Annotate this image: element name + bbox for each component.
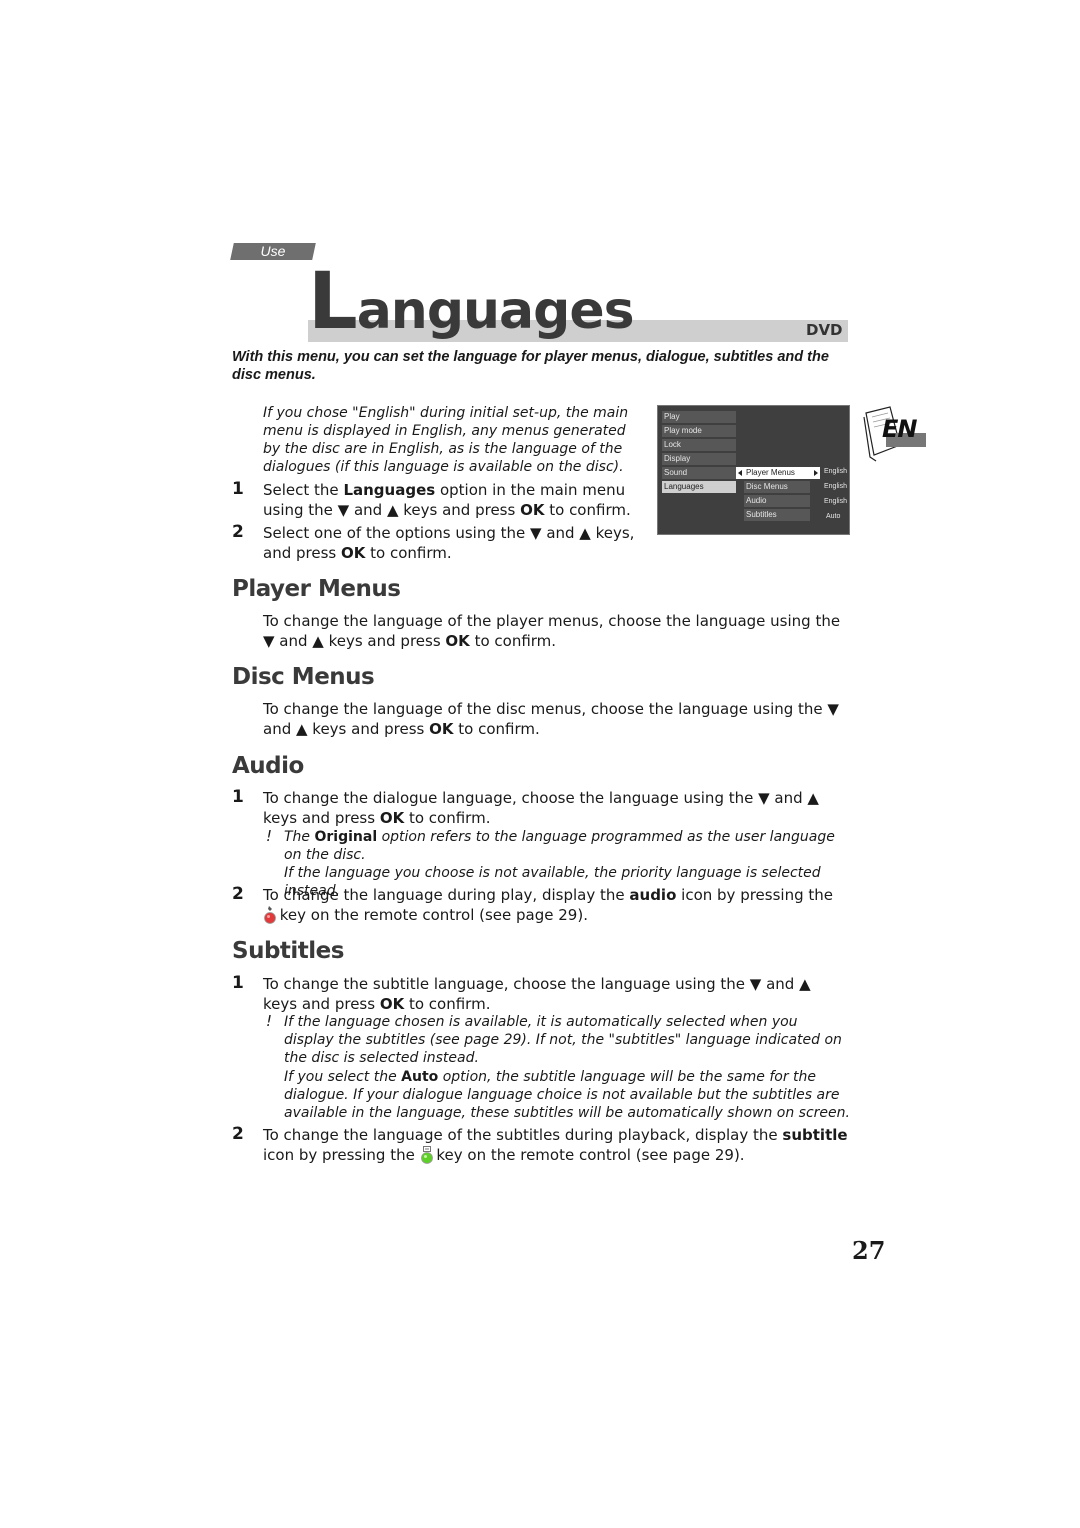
submenu-item-disc-menus: Disc Menus [744,481,810,493]
heading-player-menus: Player Menus [232,576,401,602]
menu-value: English [824,468,847,475]
subtitles-step-2-text: To change the language of the subtitles … [263,1126,848,1164]
setup-note: If you chose "English" during initial se… [263,405,629,475]
step-2-text: Select one of the options using the ▼ an… [263,524,635,562]
disc-menus-text: To change the language of the disc menus… [263,700,839,738]
title-rest: anguages [356,281,635,341]
menu-item-languages: Languages [662,481,736,493]
heading-disc-menus: Disc Menus [232,664,375,690]
submenu-item-audio: Audio [744,495,810,507]
warning-icon: ! [266,1012,273,1030]
dvd-badge: DVD [806,321,843,339]
menu-screenshot: Play Play mode Lock Display Sound Langua… [657,405,850,535]
audio-key-icon [263,906,276,924]
step-number: 2 [232,522,244,542]
menu-item-sound: Sound [662,467,736,479]
step-number: 2 [232,884,244,904]
section-tab-label: Use [260,243,286,259]
menu-value: English [824,498,847,505]
audio-step-2-text: To change the language during play, disp… [263,886,833,924]
menu-item-play: Play [662,411,736,423]
submenu-item-subtitles: Subtitles [744,509,810,521]
menu-item-lock: Lock [662,439,736,451]
player-menus-text: To change the language of the player men… [263,612,841,650]
menu-item-play-mode: Play mode [662,425,736,437]
step-number: 1 [232,973,244,993]
step-number: 2 [232,1124,244,1144]
subtitles-note-auto: If you select the Auto option, the subti… [284,1069,850,1121]
step-number: 1 [232,787,244,807]
subtitles-note-available: If the language chosen is available, it … [284,1014,842,1066]
page-number: 27 [852,1236,886,1265]
subtitles-step-1-text: To change the subtitle language, choose … [263,975,811,1013]
audio-step-1-text: To change the dialogue language, choose … [263,789,819,827]
step-number: 1 [232,479,244,499]
menu-value: English [824,483,847,490]
arrow-right-icon [814,470,818,476]
warning-icon: ! [266,827,273,845]
en-label: EN [882,415,917,443]
step-1-text: Select the Languages option in the main … [263,481,631,519]
menu-value: Auto [826,513,841,520]
audio-note-original: The Original option refers to the langua… [284,829,835,863]
menu-item-display: Display [662,453,736,465]
intro-text: With this menu, you can set the language… [232,349,829,383]
subtitle-key-icon [420,1146,433,1164]
title-initial: L [308,257,358,347]
page-title: Languages [308,262,635,351]
heading-subtitles: Subtitles [232,938,344,964]
language-badge: EN [860,405,928,467]
heading-audio: Audio [232,753,304,779]
submenu-item-player-menus: Player Menus [736,467,820,479]
arrow-left-icon [738,470,742,476]
